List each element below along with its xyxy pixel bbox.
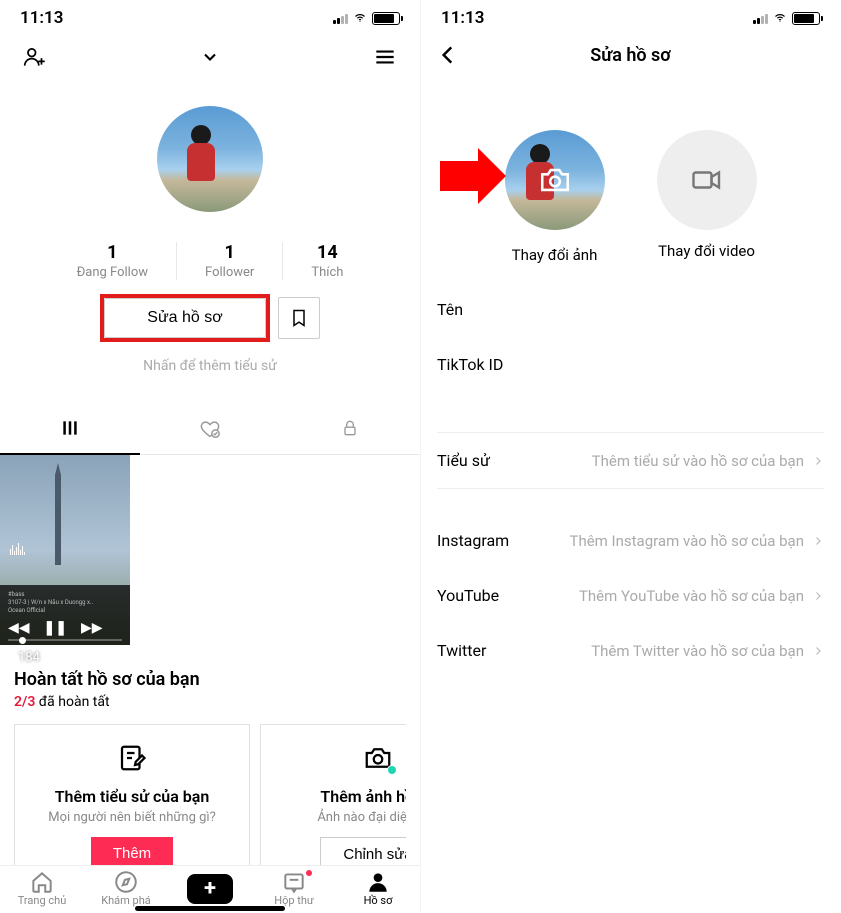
tab-liked[interactable] — [140, 408, 280, 454]
check-dot-icon — [387, 765, 397, 775]
edit-row: Sửa hồ sơ — [0, 294, 420, 342]
video-thumbnail[interactable]: #bass3107-3 | W/n x Nâu x Duongg x..Ocea… — [0, 455, 130, 645]
row-bio-value: Thêm tiểu sử vào hồ sơ của bạn — [592, 452, 824, 470]
chevron-right-icon — [812, 455, 824, 467]
change-video-circle — [657, 130, 757, 230]
signal-icon — [333, 12, 348, 24]
row-tiktok-id[interactable]: TikTok ID — [421, 337, 840, 392]
stat-following[interactable]: 1 Đang Follow — [77, 242, 148, 280]
status-time-right: 11:13 — [441, 8, 484, 28]
home-icon — [0, 870, 84, 894]
status-bar-right: 11:13 — [421, 0, 840, 32]
nav-home[interactable]: Trang chủ — [0, 870, 84, 907]
card-photo-title: Thêm ảnh hồ sơ — [271, 787, 406, 806]
row-twitter[interactable]: Twitter Thêm Twitter vào hồ sơ của bạn — [421, 623, 840, 678]
bookmark-button[interactable] — [278, 297, 320, 339]
change-video-button[interactable]: Thay đổi video — [657, 130, 757, 264]
card-bio-title: Thêm tiểu sử của bạn — [25, 787, 239, 806]
menu-icon[interactable] — [370, 42, 400, 72]
stat-likes[interactable]: 14 Thích — [311, 242, 343, 280]
stat-following-count: 1 — [77, 242, 148, 263]
tab-grid[interactable] — [0, 408, 140, 455]
card-photo-sub: Ảnh nào đại diện cho — [271, 810, 406, 825]
chevron-right-icon — [812, 645, 824, 657]
video-player-overlay: #bass3107-3 | W/n x Nâu x Duongg x..Ocea… — [0, 585, 130, 645]
wifi-icon — [352, 12, 368, 24]
row-instagram[interactable]: Instagram Thêm Instagram vào hồ sơ của b… — [421, 513, 840, 568]
video-meta-text: #bass3107-3 | W/n x Nâu x Duongg x..Ocea… — [8, 591, 122, 614]
camera-icon — [363, 743, 393, 773]
row-youtube-value: Thêm YouTube vào hồ sơ của bạn — [579, 587, 824, 605]
row-name[interactable]: Tên — [421, 282, 840, 337]
edit-profile-button[interactable]: Sửa hồ sơ — [104, 298, 265, 338]
row-bio[interactable]: Tiểu sử Thêm tiểu sử vào hồ sơ của bạn — [421, 433, 840, 488]
signal-icon — [753, 12, 768, 24]
complete-profile-section: Hoàn tất hồ sơ của bạn 2/3 đã hoàn tất T… — [0, 669, 420, 887]
plus-icon: + — [204, 876, 216, 901]
complete-title: Hoàn tất hồ sơ của bạn — [14, 669, 406, 690]
battery-icon — [792, 12, 820, 25]
status-icons — [333, 12, 400, 25]
profile-top-nav — [0, 32, 420, 82]
tab-private[interactable] — [280, 408, 420, 454]
stat-following-label: Đang Follow — [77, 265, 148, 280]
back-button[interactable] — [435, 42, 461, 68]
pause-icon: ❚❚ — [44, 620, 67, 636]
nav-inbox[interactable]: Hộp thư — [252, 870, 336, 907]
chevron-right-icon — [812, 535, 824, 547]
change-video-label: Thay đổi video — [657, 242, 757, 260]
add-friend-icon[interactable] — [20, 42, 50, 72]
edit-profile-screen: 11:13 Sửa hồ sơ Thay đổi ảnh — [420, 0, 840, 913]
profile-stats: 1 Đang Follow 1 Follower 14 Thích — [0, 242, 420, 280]
profile-avatar[interactable] — [157, 106, 263, 212]
video-views: 184 — [4, 650, 40, 665]
video-icon — [689, 162, 725, 198]
stat-followers-count: 1 — [205, 242, 254, 263]
chevron-right-icon — [812, 590, 824, 602]
account-switch-chevron-icon[interactable] — [195, 42, 225, 72]
stat-likes-label: Thích — [311, 265, 343, 280]
compass-icon — [84, 870, 168, 894]
content-tabs — [0, 408, 420, 455]
card-add-bio: Thêm tiểu sử của bạn Mọi người nên biết … — [14, 724, 250, 887]
battery-icon — [372, 12, 400, 25]
change-photo-button[interactable]: Thay đổi ảnh — [505, 130, 605, 264]
edit-note-icon — [117, 743, 147, 773]
create-button[interactable]: + — [187, 874, 233, 904]
card-bio-sub: Mọi người nên biết những gì? — [25, 810, 239, 825]
bio-hint[interactable]: Nhấn để thêm tiểu sử — [0, 358, 420, 374]
next-icon: ▶▶ — [81, 620, 103, 636]
edit-title: Sửa hồ sơ — [421, 45, 840, 66]
camera-overlay-icon — [538, 163, 572, 197]
nav-profile[interactable]: Hồ sơ — [336, 870, 420, 907]
prev-icon: ◀◀ — [8, 620, 30, 636]
profile-avatar-wrap — [0, 106, 420, 212]
stat-followers[interactable]: 1 Follower — [176, 242, 283, 280]
row-instagram-value: Thêm Instagram vào hồ sơ của bạn — [570, 532, 825, 550]
inbox-icon — [252, 870, 336, 894]
status-time: 11:13 — [20, 8, 63, 28]
stat-likes-count: 14 — [311, 242, 343, 263]
nav-create[interactable]: + — [168, 874, 252, 904]
edit-header: Sửa hồ sơ — [421, 32, 840, 78]
stat-followers-label: Follower — [205, 265, 254, 280]
complete-subtitle: 2/3 đã hoàn tất — [14, 694, 406, 710]
wifi-icon — [772, 12, 788, 24]
change-photo-label: Thay đổi ảnh — [505, 246, 605, 264]
nav-discover[interactable]: Khám phá — [84, 870, 168, 907]
home-indicator — [135, 906, 285, 911]
change-photo-circle — [505, 130, 605, 230]
status-icons-right — [753, 12, 820, 25]
arrow-annotation — [438, 146, 508, 206]
status-bar: 11:13 — [0, 0, 420, 32]
person-icon — [336, 870, 420, 894]
row-twitter-value: Thêm Twitter vào hồ sơ của bạn — [591, 642, 824, 660]
profile-screen: 11:13 1 — [0, 0, 420, 913]
edit-highlight-annotation: Sửa hồ sơ — [100, 294, 269, 342]
row-youtube[interactable]: YouTube Thêm YouTube vào hồ sơ của bạn — [421, 568, 840, 623]
card-add-photo: Thêm ảnh hồ sơ Ảnh nào đại diện cho Chỉn… — [260, 724, 406, 887]
